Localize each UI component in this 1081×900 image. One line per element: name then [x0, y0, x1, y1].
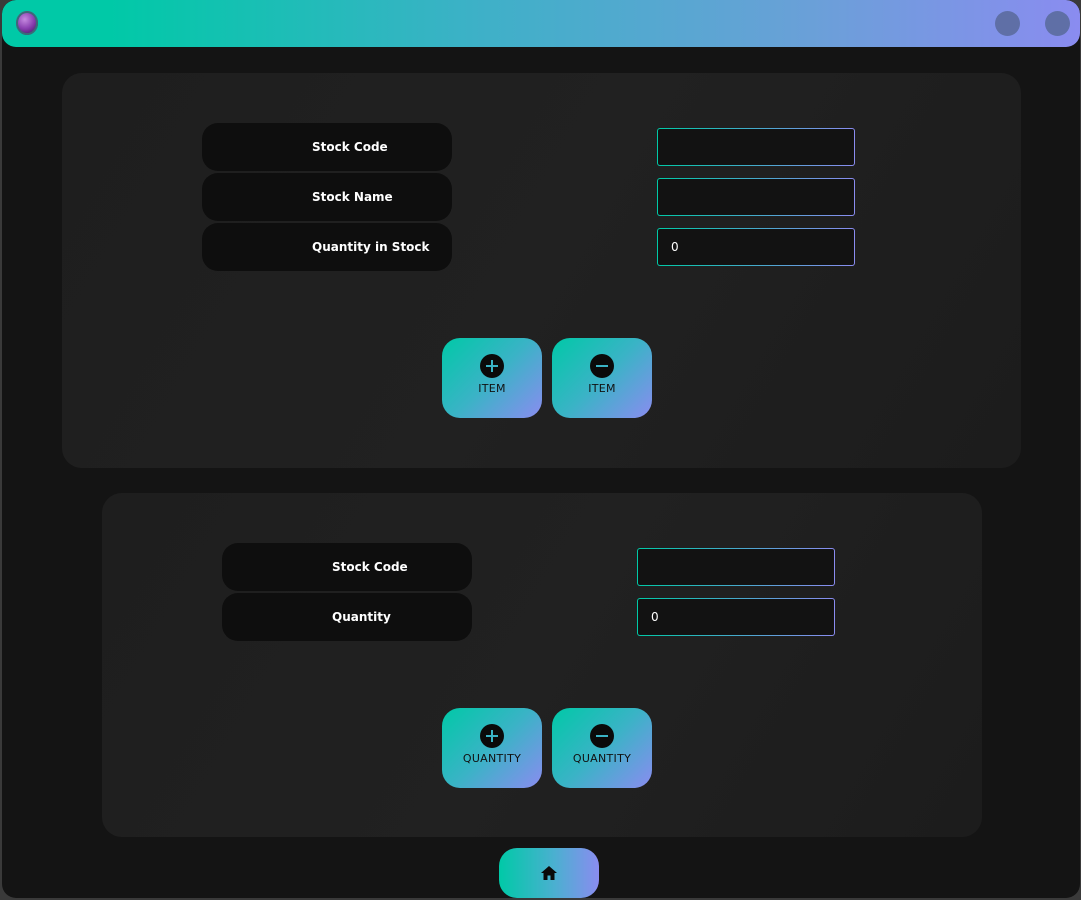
add-quantity-button[interactable]: QUANTITY	[442, 708, 542, 788]
stock-name-input[interactable]	[658, 179, 854, 215]
quantity-in-stock-input[interactable]	[658, 229, 854, 265]
remove-quantity-button[interactable]: QUANTITY	[552, 708, 652, 788]
quantity-field[interactable]	[637, 598, 835, 636]
remove-item-label: ITEM	[588, 382, 616, 395]
title-bar[interactable]	[2, 0, 1080, 47]
app-window: Stock Code Stock Name Quantity in Stock …	[2, 0, 1080, 898]
minimize-button[interactable]	[995, 11, 1020, 36]
close-button[interactable]	[1045, 11, 1070, 36]
stock-name-label: Stock Name	[202, 173, 452, 221]
add-item-button[interactable]: ITEM	[442, 338, 542, 418]
quantity-stock-code-field[interactable]	[637, 548, 835, 586]
minus-icon	[590, 354, 614, 378]
stock-code-input[interactable]	[658, 129, 854, 165]
quantity-input[interactable]	[638, 599, 834, 635]
remove-item-button[interactable]: ITEM	[552, 338, 652, 418]
add-item-label: ITEM	[478, 382, 506, 395]
quantity-stock-code-input[interactable]	[638, 549, 834, 585]
quantity-in-stock-label: Quantity in Stock	[202, 223, 452, 271]
stock-name-field[interactable]	[657, 178, 855, 216]
quantity-label: Quantity	[222, 593, 472, 641]
home-button[interactable]	[499, 848, 599, 898]
purple-orb-icon	[16, 11, 38, 35]
remove-quantity-label: QUANTITY	[572, 752, 632, 765]
minus-icon	[590, 724, 614, 748]
home-icon	[541, 866, 557, 880]
quantity-in-stock-field[interactable]	[657, 228, 855, 266]
stock-code-field[interactable]	[657, 128, 855, 166]
stock-code-label: Stock Code	[202, 123, 452, 171]
quantity-stock-code-label: Stock Code	[222, 543, 472, 591]
add-quantity-label: QUANTITY	[462, 752, 522, 765]
plus-icon	[480, 354, 504, 378]
plus-icon	[480, 724, 504, 748]
